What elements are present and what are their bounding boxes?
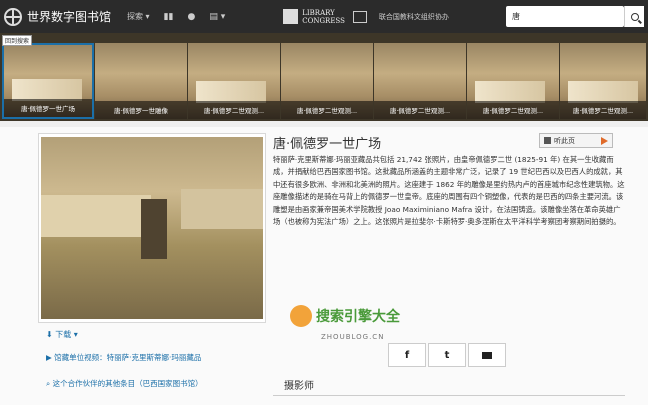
thumbnail-building [568, 81, 638, 103]
globe-icon [4, 7, 22, 26]
item-image[interactable] [41, 137, 263, 319]
library-of-congress-logo[interactable]: LIBRARY CONGRESS [283, 9, 345, 25]
filmstrip-caption: 唐·佩德罗一世广场 [4, 99, 92, 117]
filmstrip-item[interactable]: 唐·佩德罗一世雕像 [95, 43, 187, 119]
divider [273, 395, 625, 396]
thumbnail-building [196, 81, 266, 103]
partner-label: 联合国教科文组织协办 [378, 12, 449, 21]
filmstrip-item[interactable]: 唐·佩德罗二世观测... [467, 43, 559, 119]
partner-video-link[interactable]: ▶ 馆藏单位视频：特丽萨·克里斯蒂娜·玛丽藏品 [46, 352, 201, 363]
loc-line-1: LIBRARY [302, 8, 335, 17]
listen-label: 听此页 [554, 136, 575, 145]
photographer-heading: 摄影师 [284, 381, 314, 392]
speaker-icon [544, 137, 551, 144]
filmstrip-caption: 唐·佩德罗二世观测... [188, 101, 280, 119]
video-icon: ▶ [46, 353, 55, 362]
book-icon [283, 9, 299, 24]
item-description: 特丽萨·克里斯蒂娜·玛丽亚藏品共包括 21,742 张照片，由皇帝佩德罗二世 (… [273, 155, 625, 227]
play-icon [601, 136, 608, 145]
listen-button[interactable]: 听此页 [539, 133, 613, 148]
main-nav: 探索 ▾ ▮▮ ● ▤ ▾ [127, 11, 225, 22]
search-value: 唐 [512, 12, 520, 21]
more-from-partner-link[interactable]: ⌕ 这个合作伙伴的其他条目（巴西国家图书馆） [46, 378, 203, 389]
back-to-search-button[interactable]: 回到搜索 [2, 35, 33, 46]
share-email-button[interactable] [468, 343, 506, 367]
filmstrip-item[interactable]: 唐·佩德罗二世观测... [188, 43, 280, 119]
more-link-text: 这个合作伙伴的其他条目（巴西国家图书馆） [52, 379, 203, 388]
video-link-text: 馆藏单位视频：特丽萨·克里斯蒂娜·玛丽藏品 [54, 353, 202, 362]
site-title[interactable]: 世界数字图书馆 [27, 8, 111, 25]
download-icon: ⬇ [46, 330, 56, 339]
photo-statue [141, 199, 167, 259]
email-icon [482, 351, 492, 359]
download-button[interactable]: ⬇ 下载 ▾ [46, 329, 78, 340]
site-logo[interactable]: 世界数字图书馆 [4, 7, 111, 26]
thumbnail-building [12, 79, 82, 101]
thumbnail-building [475, 81, 545, 103]
filmstrip-caption: 唐·佩德罗一世雕像 [95, 101, 187, 119]
watermark-url: ZHOUBLOG.CN [321, 333, 385, 341]
search-button[interactable] [624, 6, 644, 27]
books-icon[interactable]: ▤ ▾ [209, 12, 225, 22]
filmstrip-caption: 唐·佩德罗二世观测... [281, 101, 373, 119]
search-small-icon: ⌕ [46, 379, 53, 388]
watermark-text: 搜索引擎大全 [316, 309, 400, 325]
filmstrip-item[interactable]: 唐·佩德罗二世观测... [374, 43, 466, 119]
share-facebook-button[interactable]: f [388, 343, 426, 367]
filmstrip-item[interactable]: 唐·佩德罗一世广场 [2, 43, 94, 119]
nav-explore-label: 探索 [127, 12, 144, 21]
watermark-logo: 搜索引擎大全 [290, 305, 400, 327]
watermark-icon [290, 305, 312, 327]
facebook-icon: f [404, 349, 410, 361]
photo-building-right [181, 189, 263, 229]
search-icon [630, 12, 639, 21]
filmstrip-item[interactable]: 唐·佩德罗二世观测... [560, 43, 646, 119]
download-label: 下载 [55, 330, 72, 339]
filmstrip-item[interactable]: 唐·佩德罗二世观测... [281, 43, 373, 119]
nav-explore[interactable]: 探索 ▾ [127, 11, 150, 22]
twitter-icon: t [444, 349, 450, 361]
filmstrip-caption: 唐·佩德罗二世观测... [560, 101, 646, 119]
search-input[interactable]: 唐 [506, 6, 624, 27]
filmstrip-caption: 唐·佩德罗二世观测... [467, 101, 559, 119]
chart-icon[interactable]: ▮▮ [164, 12, 174, 22]
loc-line-3: CONGRESS [302, 16, 345, 25]
globe-nav-icon[interactable]: ● [187, 12, 195, 22]
loc-text: LIBRARY CONGRESS [302, 9, 345, 25]
photo-building-left [41, 195, 151, 237]
filmstrip-caption: 唐·佩德罗二世观测... [374, 101, 466, 119]
share-twitter-button[interactable]: t [428, 343, 466, 367]
item-title: 唐·佩德罗一世广场 [273, 137, 382, 152]
unesco-icon[interactable] [352, 10, 367, 23]
